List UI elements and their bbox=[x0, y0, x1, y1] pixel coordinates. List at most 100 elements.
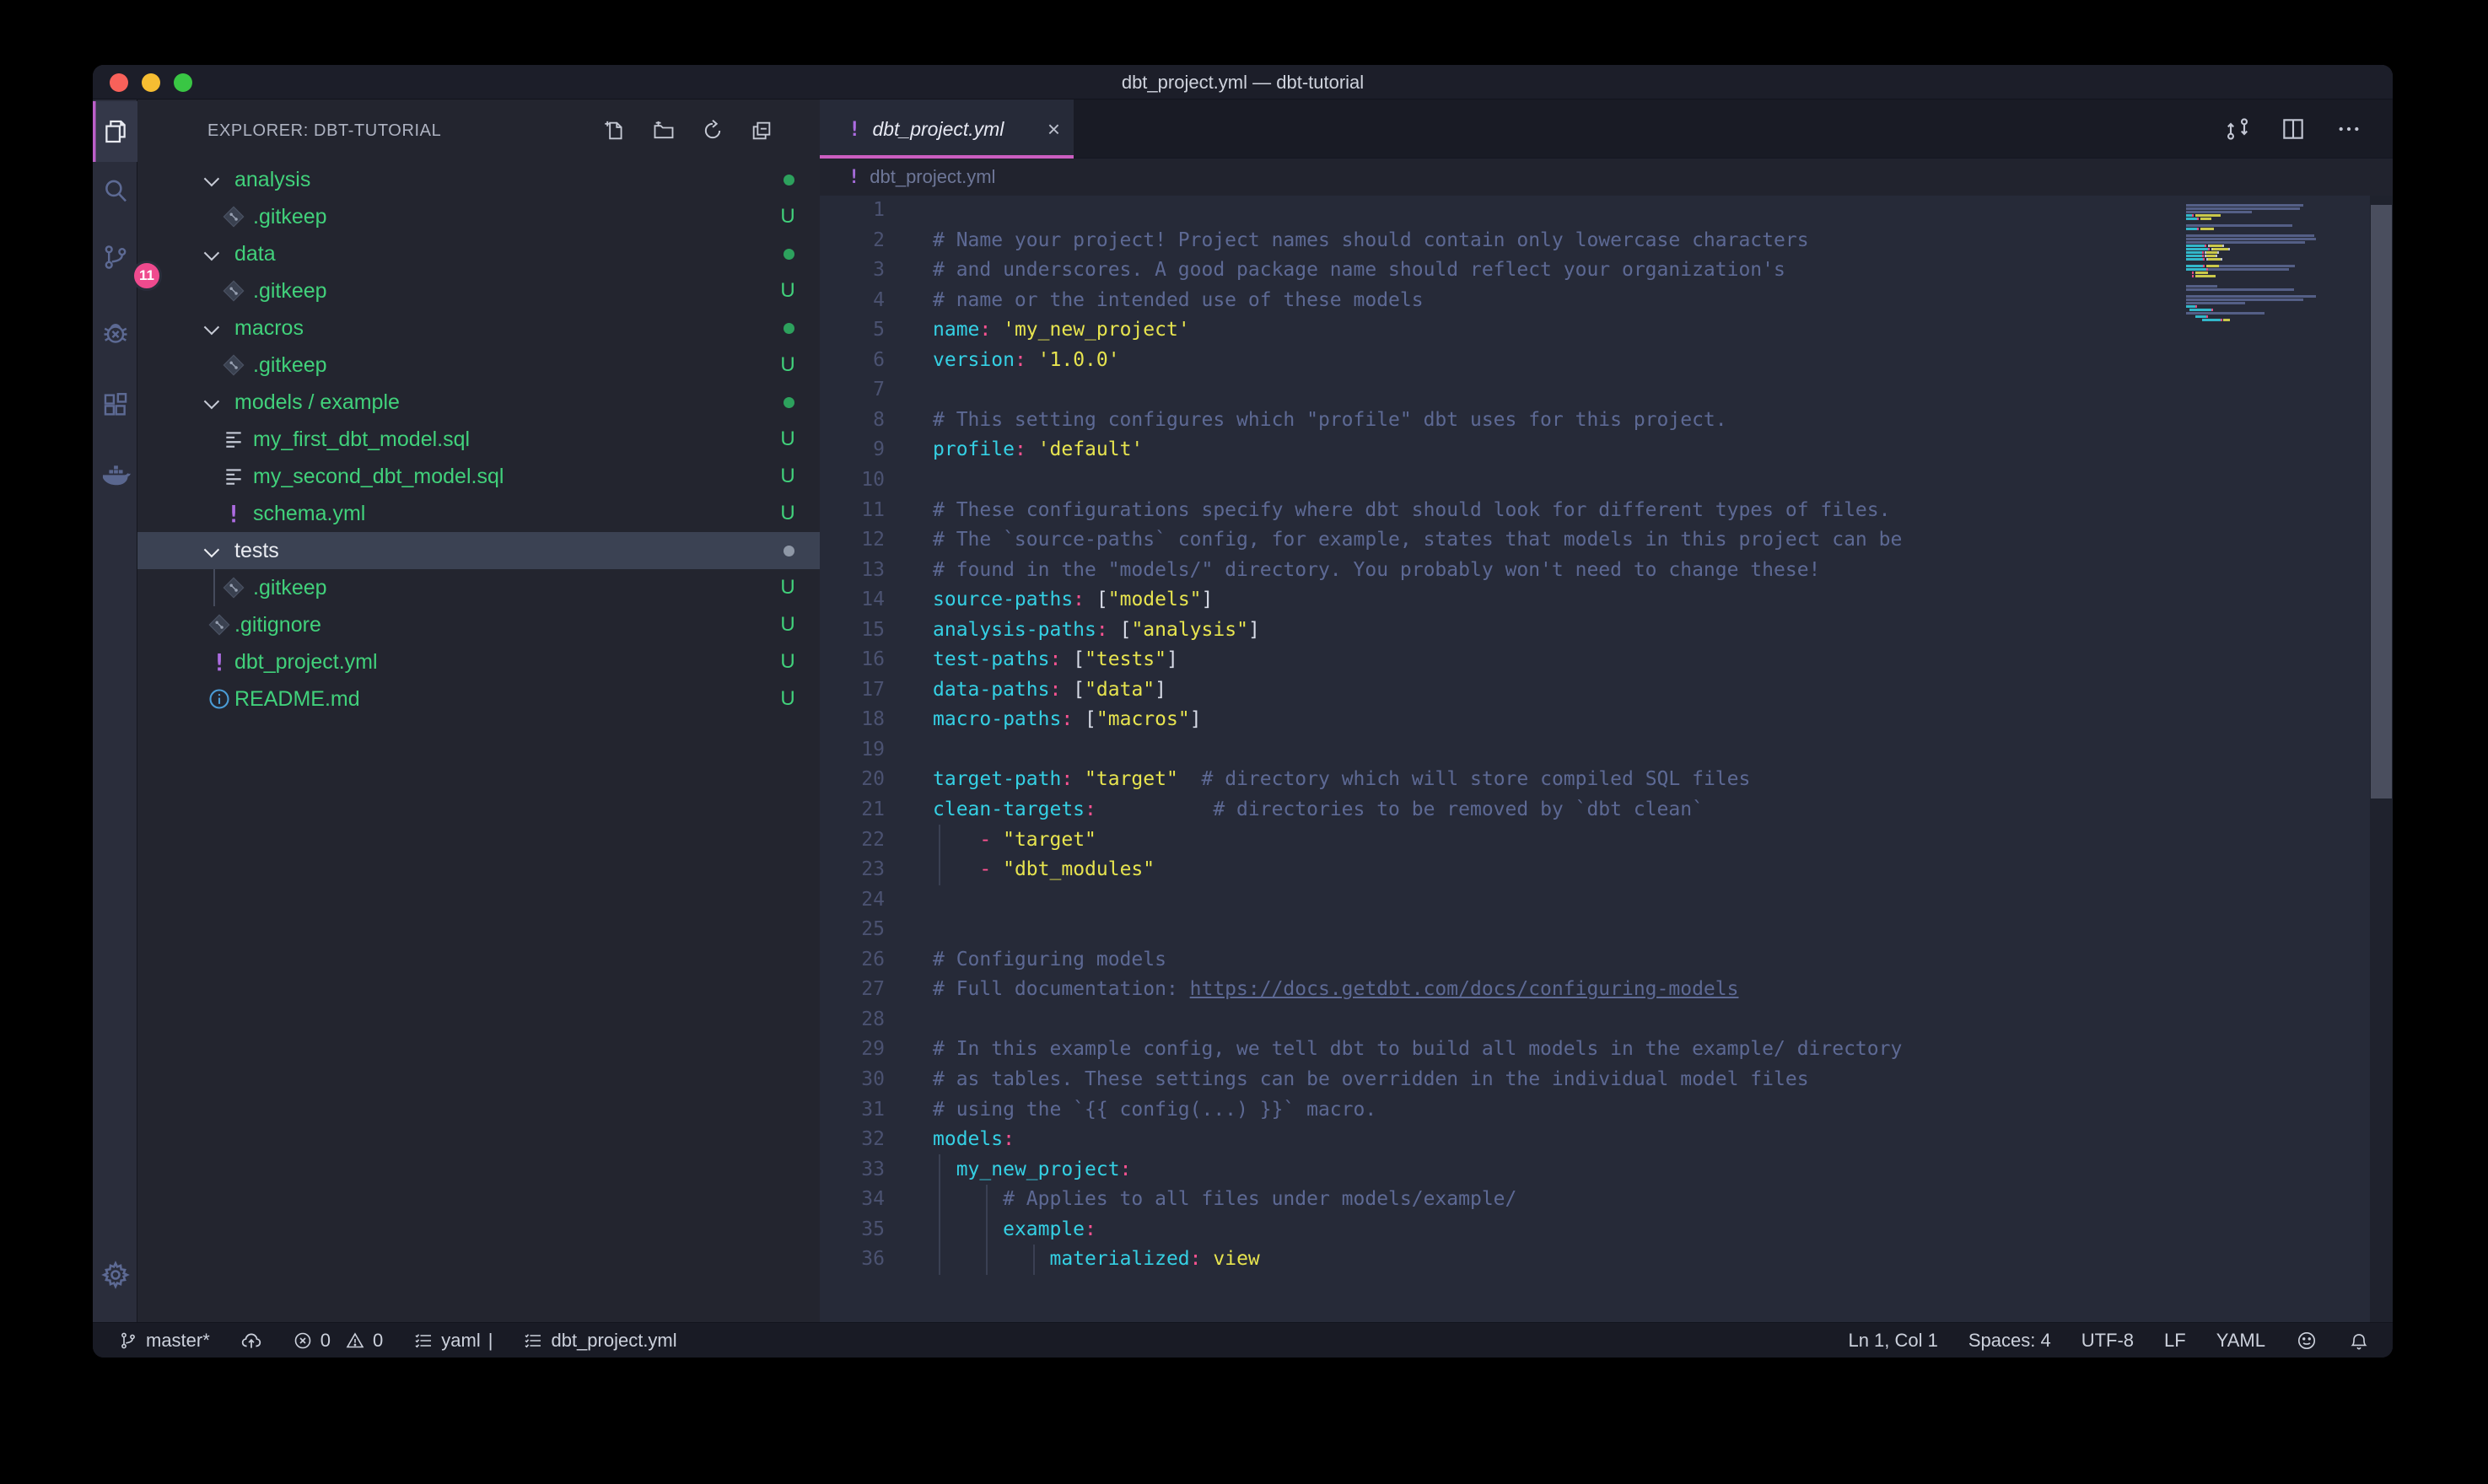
new-folder-icon bbox=[652, 119, 676, 142]
line-number: 11 bbox=[820, 496, 891, 526]
git-branch-icon bbox=[118, 1331, 138, 1351]
activity-search-button[interactable] bbox=[93, 161, 137, 222]
tree-item-readme-md[interactable]: README.md U bbox=[137, 680, 820, 718]
title-bar: dbt_project.yml — dbt-tutorial bbox=[93, 65, 2393, 99]
line-number: 26 bbox=[820, 945, 891, 976]
activity-source-control-button[interactable] bbox=[93, 227, 137, 288]
git-status-badge: U bbox=[771, 643, 805, 680]
notifications-bell-icon[interactable] bbox=[2348, 1330, 2370, 1352]
code-line: # Full documentation: https://docs.getdb… bbox=[933, 975, 2393, 1005]
code-line: # and underscores. A good package name s… bbox=[933, 255, 2393, 286]
indentation-setting[interactable]: Spaces: 4 bbox=[1968, 1330, 2051, 1352]
tree-item-macros[interactable]: macros bbox=[137, 309, 820, 347]
tree-item-label: README.md bbox=[234, 680, 360, 718]
tree-item-data[interactable]: data bbox=[137, 235, 820, 272]
activity-debug-button[interactable] bbox=[93, 303, 137, 363]
tree-item--gitignore[interactable]: .gitignoreU bbox=[137, 606, 820, 643]
sync-button[interactable] bbox=[240, 1330, 262, 1352]
tree-item--gitkeep[interactable]: .gitkeepU bbox=[137, 272, 820, 309]
tree-item--gitkeep[interactable]: .gitkeepU bbox=[137, 198, 820, 235]
line-number: 36 bbox=[820, 1245, 891, 1275]
active-file-status[interactable]: dbt_project.yml bbox=[523, 1330, 676, 1352]
eol-setting[interactable]: LF bbox=[2164, 1330, 2186, 1352]
tree-item-label: .gitkeep bbox=[253, 347, 327, 384]
tree-item--gitkeep[interactable]: .gitkeepU bbox=[137, 347, 820, 384]
errors-icon bbox=[293, 1331, 313, 1351]
breadcrumb[interactable]: ! dbt_project.yml bbox=[820, 159, 2393, 196]
yaml-file-icon: ! bbox=[213, 648, 227, 676]
breadcrumb-file[interactable]: dbt_project.yml bbox=[870, 166, 995, 188]
git-status-badge: U bbox=[771, 680, 805, 718]
tree-item-tests[interactable]: tests bbox=[137, 532, 820, 569]
git-file-icon bbox=[222, 353, 245, 377]
more-actions-icon[interactable] bbox=[2335, 116, 2362, 142]
yaml-file-icon: ! bbox=[848, 167, 859, 188]
line-number: 33 bbox=[820, 1155, 891, 1186]
sql-file-icon bbox=[223, 428, 245, 450]
search-icon bbox=[101, 177, 130, 206]
yaml-file-icon: ! bbox=[848, 117, 860, 141]
editor-scrollbar-thumb[interactable] bbox=[2371, 205, 2392, 798]
close-tab-icon[interactable]: × bbox=[1047, 118, 1060, 140]
line-number: 18 bbox=[820, 705, 891, 735]
line-number: 23 bbox=[820, 855, 891, 885]
git-status-badge: U bbox=[771, 495, 805, 532]
line-number: 19 bbox=[820, 735, 891, 766]
code-line: # Configuring models bbox=[933, 945, 2393, 976]
activity-docker-button[interactable] bbox=[93, 446, 137, 507]
activity-settings-button[interactable] bbox=[93, 1245, 137, 1305]
debug-icon bbox=[100, 318, 131, 348]
chevron-down-icon bbox=[204, 171, 219, 186]
new-file-button[interactable] bbox=[602, 118, 627, 143]
line-number: 21 bbox=[820, 795, 891, 825]
split-editor-icon[interactable] bbox=[2280, 116, 2307, 142]
code-line: name: 'my_new_project' bbox=[933, 315, 2393, 346]
git-file-icon bbox=[222, 576, 245, 600]
line-number: 16 bbox=[820, 645, 891, 675]
activity-extensions-button[interactable] bbox=[93, 374, 137, 435]
gear-icon bbox=[100, 1260, 131, 1290]
refresh-explorer-button[interactable] bbox=[700, 118, 725, 143]
tab-dbt-project-yml[interactable]: ! dbt_project.yml × bbox=[820, 99, 1074, 159]
activity-explorer-button[interactable] bbox=[93, 101, 137, 162]
cursor-position[interactable]: Ln 1, Col 1 bbox=[1848, 1330, 1937, 1352]
tree-item-my-second-dbt-model-sql[interactable]: my_second_dbt_model.sqlU bbox=[137, 458, 820, 495]
git-branch-status[interactable]: master* bbox=[118, 1330, 210, 1352]
tree-item-analysis[interactable]: analysis bbox=[137, 161, 820, 198]
code-editor[interactable]: 1234567891011121314151617181920212223242… bbox=[820, 196, 2393, 1322]
git-changes-dot bbox=[784, 249, 794, 260]
files-icon bbox=[101, 117, 130, 146]
tree-item--gitkeep[interactable]: .gitkeepU bbox=[137, 569, 820, 606]
line-number: 4 bbox=[820, 286, 891, 316]
branch-name: master* bbox=[146, 1330, 210, 1352]
indent-guide bbox=[986, 1185, 988, 1275]
activity-bar bbox=[93, 99, 137, 1322]
line-number: 7 bbox=[820, 375, 891, 406]
open-changes-icon[interactable] bbox=[2224, 116, 2251, 142]
new-folder-button[interactable] bbox=[651, 118, 676, 143]
code-line: materialized: view bbox=[933, 1245, 2393, 1275]
tree-item-dbt-project-yml[interactable]: !dbt_project.ymlU bbox=[137, 643, 820, 680]
problems-status[interactable]: 0 0 bbox=[293, 1330, 384, 1352]
encoding-setting[interactable]: UTF-8 bbox=[2081, 1330, 2134, 1352]
window-title: dbt_project.yml — dbt-tutorial bbox=[93, 65, 2393, 99]
code-line bbox=[933, 375, 2393, 406]
tree-item-label: .gitkeep bbox=[253, 272, 327, 309]
code-line: # name or the intended use of these mode… bbox=[933, 286, 2393, 316]
code-line: # using the `{{ config(...) }}` macro. bbox=[933, 1095, 2393, 1126]
feedback-smiley-icon[interactable] bbox=[2296, 1330, 2318, 1352]
code-line: my_new_project: bbox=[933, 1155, 2393, 1186]
tree-item-label: schema.yml bbox=[253, 495, 365, 532]
git-file-icon bbox=[222, 205, 245, 229]
collapse-folders-button[interactable] bbox=[749, 118, 774, 143]
explorer-sidebar: EXPLORER: DBT-TUTORIAL bbox=[137, 99, 820, 1322]
line-number: 32 bbox=[820, 1125, 891, 1155]
tree-item-my-first-dbt-model-sql[interactable]: my_first_dbt_model.sqlU bbox=[137, 421, 820, 458]
tree-item-schema-yml[interactable]: !schema.ymlU bbox=[137, 495, 820, 532]
tree-item-models-example[interactable]: models / example bbox=[137, 384, 820, 421]
checklist-icon bbox=[523, 1331, 543, 1351]
indent-guide bbox=[939, 1154, 940, 1275]
language-mode[interactable]: YAML bbox=[2216, 1330, 2265, 1352]
tree-item-label: my_second_dbt_model.sql bbox=[253, 458, 504, 495]
yaml-mode-status[interactable]: yaml | bbox=[413, 1330, 493, 1352]
